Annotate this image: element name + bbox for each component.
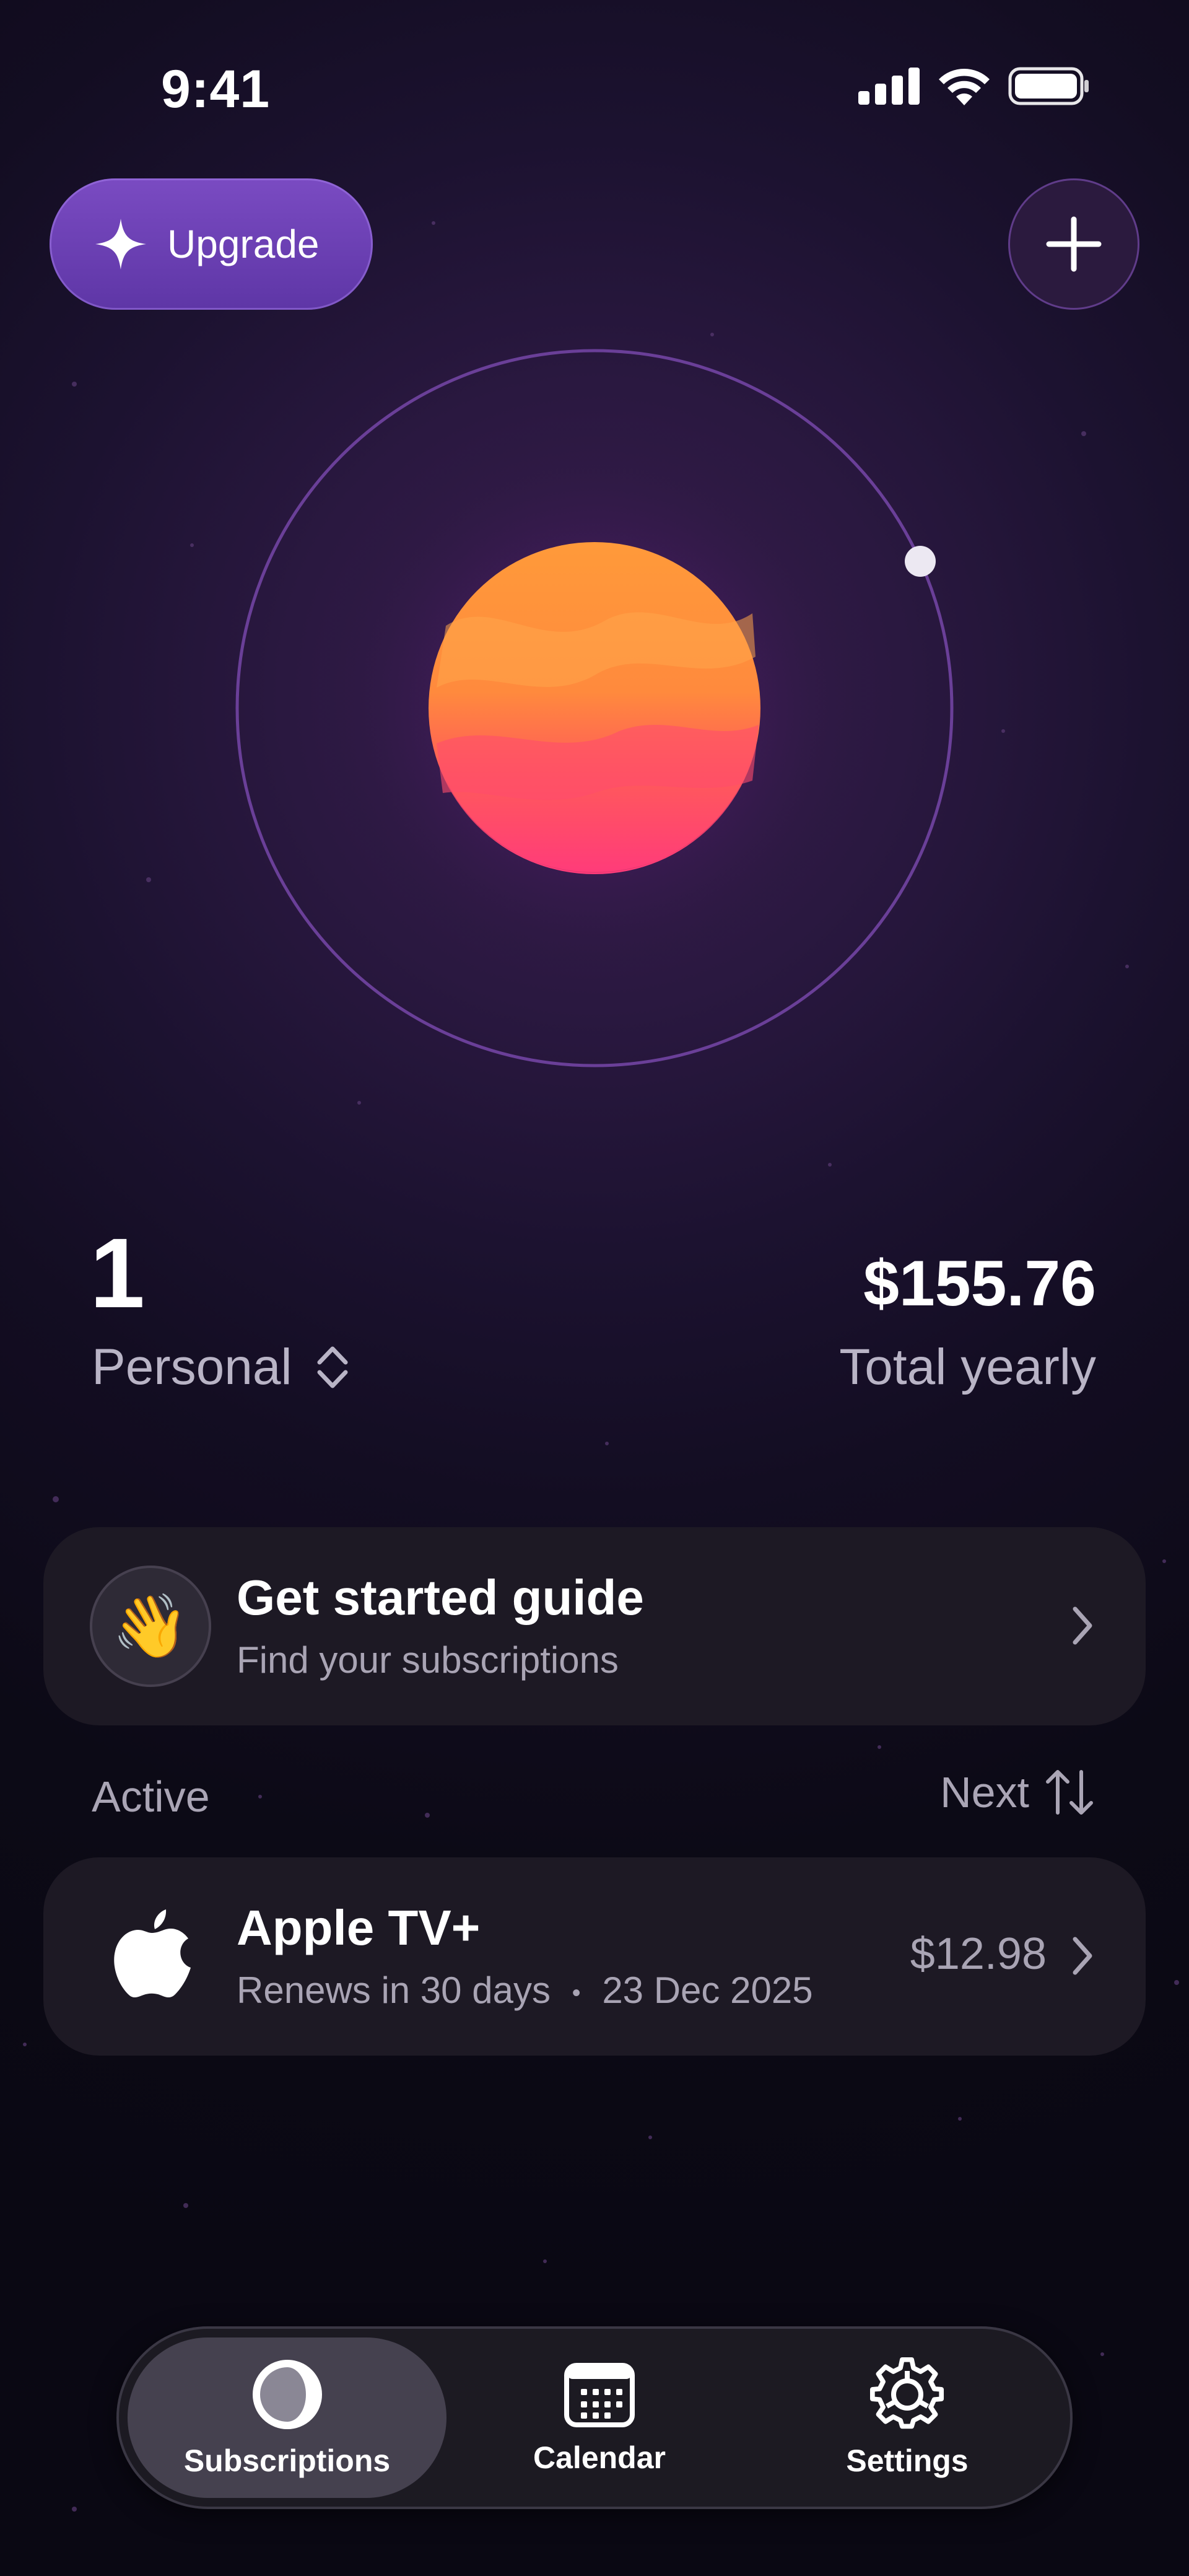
tab-calendar[interactable]: Calendar: [448, 2337, 751, 2498]
subscription-row-apple-tv[interactable]: Apple TV+ Renews in 30 days • 23 Dec 202…: [43, 1857, 1146, 2056]
chevron-up-down-icon: [317, 1346, 348, 1388]
app-screen: 9:41 Upgrade 1 Personal $155.76 Total ye…: [0, 0, 1189, 2576]
subscription-count: 1: [90, 1217, 145, 1328]
tab-label: Calendar: [533, 2440, 666, 2475]
moon-phase-icon: [252, 2359, 322, 2429]
apple-logo-icon: [114, 1909, 191, 1998]
planet: [429, 542, 760, 874]
calendar-icon: [564, 2362, 635, 2427]
active-section-label: Active: [92, 1772, 210, 1821]
sort-arrows-icon: [1046, 1770, 1093, 1815]
chevron-right-icon: [1073, 1937, 1092, 1975]
total-yearly-label: Total yearly: [839, 1339, 1096, 1395]
gear-icon: [870, 2357, 944, 2429]
tab-subscriptions[interactable]: Subscriptions: [128, 2337, 446, 2498]
subscription-name: Apple TV+: [237, 1900, 481, 1955]
tab-label: Subscriptions: [183, 2443, 391, 2478]
sort-label: Next: [940, 1768, 1029, 1816]
renewal-text: Renews in 30 days: [237, 1969, 551, 2011]
total-yearly-amount: $155.76: [863, 1248, 1096, 1320]
waving-hand-icon: 👋: [90, 1566, 211, 1687]
workspace-label: Personal: [92, 1339, 292, 1395]
guide-title: Get started guide: [237, 1570, 644, 1625]
subscription-renewal: Renews in 30 days • 23 Dec 2025: [237, 1969, 813, 2012]
tab-settings[interactable]: Settings: [753, 2337, 1061, 2498]
orbit-moon: [905, 546, 936, 577]
get-started-guide-card[interactable]: 👋 Get started guide Find your subscripti…: [43, 1527, 1146, 1725]
sort-control[interactable]: Next: [940, 1766, 1096, 1819]
tab-label: Settings: [846, 2443, 969, 2478]
subscription-price: $12.98: [910, 1929, 1047, 1979]
chevron-right-icon: [1073, 1606, 1092, 1645]
guide-subtitle: Find your subscriptions: [237, 1639, 619, 1681]
renewal-separator: •: [572, 1979, 581, 2007]
renewal-date: 23 Dec 2025: [602, 1969, 813, 2011]
workspace-switcher[interactable]: Personal: [92, 1338, 349, 1396]
orbit-illustration: [235, 349, 954, 1067]
tab-bar: Subscriptions Calendar Settings: [116, 2326, 1073, 2509]
